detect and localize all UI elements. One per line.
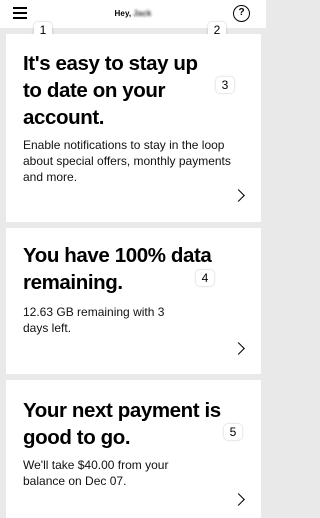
notifications-card[interactable]: It's easy to stay up to date on your acc…: [6, 34, 261, 222]
badge-5: 5: [224, 424, 242, 440]
card-body: We'll take $40.00 from your balance on D…: [23, 458, 169, 488]
user-name: Jack: [133, 9, 152, 18]
chevron-right-icon[interactable]: [232, 342, 245, 355]
card-title: Your next payment is good to go.: [23, 399, 221, 449]
card-body: 12.63 GB remaining with 3 days left.: [23, 305, 165, 335]
greeting-text: Hey,: [114, 9, 132, 18]
card-title: You have 100% data remaining.: [23, 244, 212, 294]
card-body: Enable notifications to stay in the loop…: [23, 138, 231, 184]
help-icon[interactable]: ?: [233, 5, 250, 22]
badge-4: 4: [196, 270, 214, 286]
chevron-right-icon[interactable]: [232, 493, 245, 506]
payment-card[interactable]: Your next payment is good to go. We'll t…: [6, 380, 261, 518]
chevron-right-icon[interactable]: [232, 189, 245, 202]
greeting: Hey, Jack: [0, 9, 266, 18]
card-title: It's easy to stay up to date on your acc…: [23, 52, 198, 129]
badge-3: 3: [216, 77, 234, 93]
data-remaining-card[interactable]: You have 100% data remaining. 12.63 GB r…: [6, 228, 261, 374]
